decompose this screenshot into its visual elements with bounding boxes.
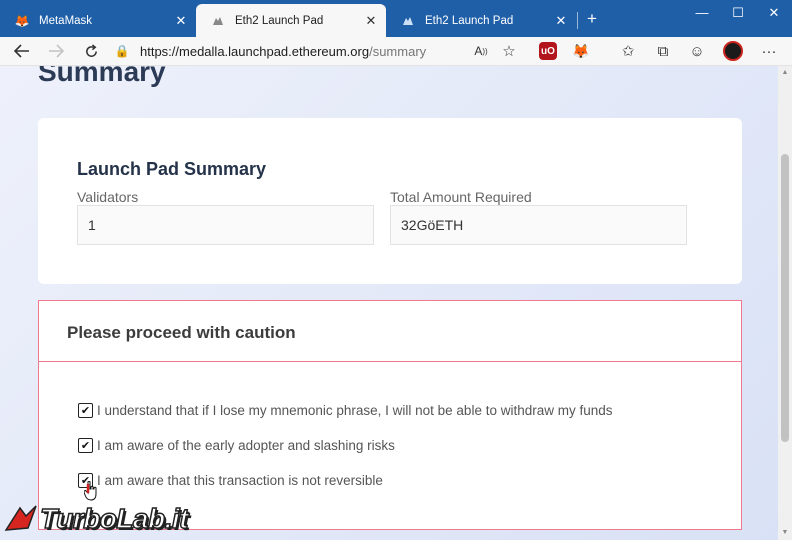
close-tab-icon[interactable]: ✕ bbox=[364, 13, 378, 28]
forward-button[interactable] bbox=[44, 40, 68, 62]
launch-pad-summary-card: Launch Pad Summary Validators 1 Total Am… bbox=[38, 118, 742, 284]
summary-card-title: Launch Pad Summary bbox=[77, 159, 267, 179]
validators-value: 1 bbox=[77, 205, 374, 245]
minimize-button[interactable]: — bbox=[684, 0, 720, 28]
mnemonic-checkbox[interactable]: ✔ bbox=[78, 403, 93, 418]
turbolab-watermark: TurboLab.it bbox=[4, 503, 189, 535]
tab-separator bbox=[577, 12, 578, 29]
checkbox-row-slashing[interactable]: ✔ I am aware of the early adopter and sl… bbox=[78, 438, 395, 453]
checkbox-row-irreversible[interactable]: ✔ I am aware that this transaction is no… bbox=[78, 473, 383, 488]
lock-icon[interactable]: 🔒 bbox=[114, 44, 130, 58]
read-aloud-icon[interactable]: A)) bbox=[469, 40, 493, 62]
scrollbar-thumb[interactable] bbox=[781, 154, 789, 442]
fox-icon: 🦊 bbox=[14, 13, 30, 28]
page-viewport: Summary Launch Pad Summary Validators 1 … bbox=[0, 66, 778, 540]
close-window-button[interactable]: ✕ bbox=[756, 0, 792, 28]
url-host: https://medalla.launchpad.ethereum.org bbox=[140, 43, 370, 59]
feedback-icon[interactable]: ☺ bbox=[685, 40, 709, 62]
total-amount-label: Total Amount Required bbox=[390, 189, 532, 205]
scroll-down-icon[interactable]: ▼ bbox=[778, 526, 792, 540]
turbolab-logo-icon bbox=[4, 505, 37, 531]
favorite-star-icon[interactable]: ☆ bbox=[497, 40, 521, 62]
metamask-fox-icon[interactable]: 🦊 bbox=[572, 42, 590, 60]
favorites-list-icon[interactable]: ✩ bbox=[616, 40, 640, 62]
total-amount-value: 32GöETH bbox=[390, 205, 687, 245]
caution-header: Please proceed with caution bbox=[39, 301, 741, 362]
ublock-icon[interactable]: uO bbox=[539, 42, 557, 60]
forward-arrow-icon bbox=[49, 44, 64, 58]
caution-panel: Please proceed with caution ✔ I understa… bbox=[38, 300, 742, 530]
hand-cursor-icon bbox=[84, 481, 97, 501]
tab-title: Eth2 Launch Pad bbox=[235, 14, 324, 27]
caution-title: Please proceed with caution bbox=[67, 323, 296, 342]
close-tab-icon[interactable]: ✕ bbox=[554, 13, 568, 28]
tab-title: MetaMask bbox=[39, 14, 93, 27]
refresh-button[interactable] bbox=[79, 40, 103, 62]
checkbox-label: I am aware that this transaction is not … bbox=[97, 473, 383, 488]
profile-avatar[interactable] bbox=[721, 40, 745, 62]
tab-eth2-launch-pad-active[interactable]: Eth2 Launch Pad ✕ bbox=[196, 4, 386, 37]
rhino-icon bbox=[210, 13, 226, 29]
rhino-icon bbox=[400, 13, 416, 29]
vertical-scrollbar[interactable]: ▲ ▼ bbox=[778, 66, 792, 540]
tab-eth2-launch-pad[interactable]: Eth2 Launch Pad ✕ bbox=[386, 4, 576, 37]
tab-title: Eth2 Launch Pad bbox=[425, 14, 514, 27]
slashing-checkbox[interactable]: ✔ bbox=[78, 438, 93, 453]
url-path: /summary bbox=[369, 43, 427, 59]
more-menu-icon[interactable]: ··· bbox=[757, 40, 781, 62]
browser-toolbar: 🔒 https://medalla.launchpad.ethereum.org… bbox=[0, 37, 792, 66]
checkbox-row-mnemonic[interactable]: ✔ I understand that if I lose my mnemoni… bbox=[78, 403, 613, 418]
new-tab-button[interactable]: + bbox=[581, 8, 603, 30]
maximize-button[interactable]: ☐ bbox=[720, 0, 756, 28]
tab-metamask[interactable]: 🦊 MetaMask ✕ bbox=[0, 4, 196, 37]
validators-label: Validators bbox=[77, 189, 139, 205]
watermark-text: TurboLab.it bbox=[39, 503, 189, 535]
close-tab-icon[interactable]: ✕ bbox=[174, 13, 188, 28]
address-bar[interactable]: 🔒 https://medalla.launchpad.ethereum.org… bbox=[114, 39, 526, 63]
back-button[interactable] bbox=[10, 40, 34, 62]
scroll-up-icon[interactable]: ▲ bbox=[778, 66, 792, 80]
back-arrow-icon bbox=[14, 44, 29, 58]
checkbox-label: I am aware of the early adopter and slas… bbox=[97, 438, 395, 453]
tab-strip: 🦊 MetaMask ✕ Eth2 Launch Pad ✕ Eth2 Laun… bbox=[0, 0, 792, 37]
refresh-icon bbox=[85, 43, 97, 57]
page-title: Summary bbox=[38, 66, 166, 87]
collections-icon[interactable]: ⧉ bbox=[651, 40, 675, 62]
checkbox-label: I understand that if I lose my mnemonic … bbox=[97, 403, 613, 418]
